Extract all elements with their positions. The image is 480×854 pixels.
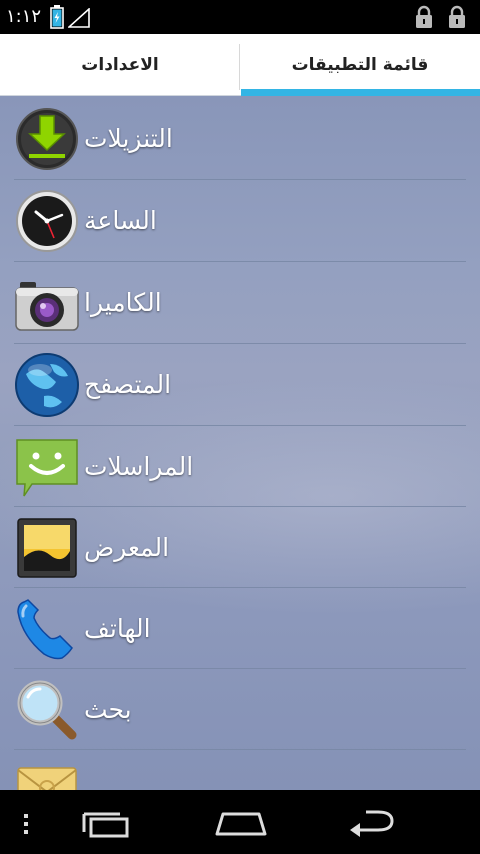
list-item-messaging[interactable]: المراسلات <box>0 426 480 507</box>
back-icon[interactable] <box>348 806 400 840</box>
clock-icon <box>16 190 78 252</box>
gallery-icon <box>17 518 77 578</box>
list-item-email[interactable] <box>0 750 480 790</box>
app-label: الكاميرا <box>84 288 162 317</box>
app-label: المراسلات <box>84 452 194 481</box>
email-icon <box>17 767 77 790</box>
lock-icon <box>416 5 432 28</box>
app-label: بحث <box>84 695 132 724</box>
home-icon[interactable] <box>213 808 269 838</box>
globe-icon <box>15 353 79 417</box>
tab-bar: الاعدادات قائمة التطبيقات <box>0 34 480 96</box>
recent-apps-icon[interactable] <box>80 808 132 838</box>
app-label: المتصفح <box>84 370 172 399</box>
app-label: التنزيلات <box>84 124 173 153</box>
list-item-camera[interactable]: الكاميرا <box>0 262 480 343</box>
list-item-clock[interactable]: الساعة <box>0 180 480 261</box>
list-item-gallery[interactable]: المعرض <box>0 507 480 588</box>
list-item-browser[interactable]: المتصفح <box>0 344 480 425</box>
signal-icon <box>68 8 90 28</box>
camera-icon <box>15 282 79 331</box>
menu-icon[interactable] <box>20 812 32 836</box>
search-icon <box>17 680 77 740</box>
tab-selected-indicator <box>241 89 480 96</box>
messaging-icon <box>16 439 78 497</box>
app-list[interactable]: التنزيلات الساعة الكاميرا المتصفح المراس… <box>0 96 480 790</box>
tab-app-list[interactable]: قائمة التطبيقات <box>240 34 480 96</box>
tab-settings[interactable]: الاعدادات <box>0 34 240 96</box>
nav-bar <box>0 790 480 854</box>
list-item-phone[interactable]: الهاتف <box>0 588 480 669</box>
status-time: ١:١٢ <box>6 6 42 27</box>
app-label: الهاتف <box>84 614 151 643</box>
app-label: المعرض <box>84 533 170 562</box>
download-icon <box>16 108 78 170</box>
battery-icon <box>50 5 64 29</box>
tab-app-list-label: قائمة التطبيقات <box>291 55 429 75</box>
lock-icon <box>449 5 465 28</box>
status-bar: ١:١٢ <box>0 0 480 34</box>
app-label: الساعة <box>84 206 157 235</box>
list-item-downloads[interactable]: التنزيلات <box>0 98 480 179</box>
tab-settings-label: الاعدادات <box>81 55 159 75</box>
phone-icon <box>17 599 73 660</box>
list-item-search[interactable]: بحث <box>0 669 480 750</box>
